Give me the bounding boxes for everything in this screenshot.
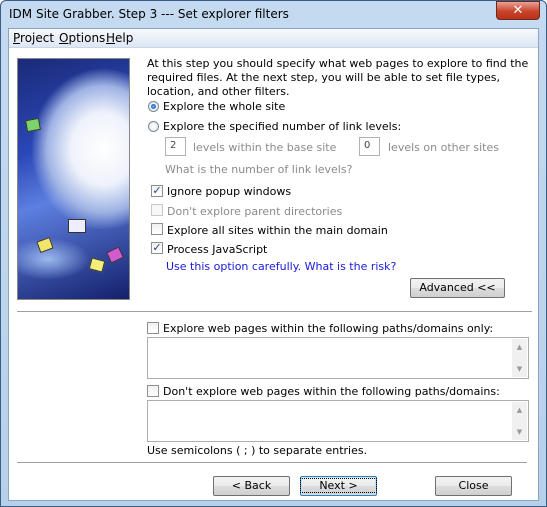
process-javascript-checkbox[interactable]: ✓ [151,242,163,254]
close-button[interactable]: Close [435,476,512,496]
menu-bar: Project Options Help [9,29,538,48]
levels-other-sites-input[interactable]: 0 [359,137,380,156]
title-bar[interactable]: IDM Site Grabber. Step 3 --- Set explore… [1,1,546,27]
all-sites-domain-checkbox[interactable] [151,223,163,235]
menu-accel: H [106,31,116,45]
no-parent-dirs-label: Don't explore parent directories [167,205,343,218]
levels-base-site-input[interactable]: 2 [165,137,186,156]
scroll-down-arrow-icon[interactable]: ▼ [512,363,527,375]
menu-label: ptions [68,31,106,45]
close-x-icon: ✕ [512,3,524,18]
exclude-paths-textarea[interactable]: ▲ ▼ [147,400,529,442]
explore-link-levels-label[interactable]: Explore the specified number of link lev… [163,120,401,133]
exclude-paths-scrollbar[interactable]: ▲ ▼ [512,402,527,440]
semicolon-hint: Use semicolons ( ; ) to separate entries… [147,444,368,457]
banner-decoration [106,246,124,264]
banner-decoration [68,219,86,233]
banner-decoration [25,117,41,133]
ignore-popup-label[interactable]: Ignore popup windows [167,185,291,198]
include-paths-checkbox[interactable] [147,322,159,334]
site-grabber-window: IDM Site Grabber. Step 3 --- Set explore… [0,0,547,507]
intro-text: At this step you should specify what web… [147,57,529,98]
back-button[interactable]: < Back [213,476,290,496]
menu-accel: P [13,31,21,45]
no-parent-dirs-checkbox [151,204,163,216]
levels-base-site-label: levels within the base site [193,141,337,154]
menu-help[interactable]: Help [106,31,133,45]
include-paths-scrollbar[interactable]: ▲ ▼ [512,339,527,377]
scroll-down-arrow-icon[interactable]: ▼ [512,426,527,438]
levels-other-sites-label: levels on other sites [388,141,499,154]
explore-link-levels-radio[interactable] [148,121,159,132]
next-button[interactable]: Next > [300,476,377,496]
process-javascript-label[interactable]: Process JavaScript [167,243,267,256]
ignore-popup-checkbox[interactable]: ✓ [151,185,163,197]
explore-whole-site-label[interactable]: Explore the whole site [163,100,285,113]
separator [17,311,532,313]
exclude-paths-label[interactable]: Don't explore web pages within the follo… [163,385,500,398]
advanced-button[interactable]: Advanced << [410,278,505,298]
all-sites-domain-label[interactable]: Explore all sites within the main domain [167,224,388,237]
scroll-up-arrow-icon[interactable]: ▲ [512,404,527,416]
footer-separator [17,462,527,464]
banner-decoration [88,257,106,273]
wizard-banner-image [17,58,130,300]
banner-decoration [36,236,54,254]
window-title: IDM Site Grabber. Step 3 --- Set explore… [9,7,289,21]
menu-options[interactable]: Options [59,31,105,45]
dialog-client-area: Project Options Help At this step you sh… [8,28,539,501]
scroll-up-arrow-icon[interactable]: ▲ [512,341,527,353]
exclude-paths-checkbox[interactable] [147,385,159,397]
menu-label: elp [115,31,134,45]
menu-label: roject [20,31,55,45]
link-levels-help[interactable]: What is the number of link levels? [165,163,352,176]
include-paths-label[interactable]: Explore web pages within the following p… [163,322,493,335]
close-window-button[interactable]: ✕ [496,1,540,20]
include-paths-textarea[interactable]: ▲ ▼ [147,337,529,379]
explore-whole-site-radio[interactable] [148,101,159,112]
next-button-label: Next > [300,478,377,493]
menu-project[interactable]: Project [13,31,54,45]
javascript-risk-link[interactable]: Use this option carefully. What is the r… [166,260,396,273]
